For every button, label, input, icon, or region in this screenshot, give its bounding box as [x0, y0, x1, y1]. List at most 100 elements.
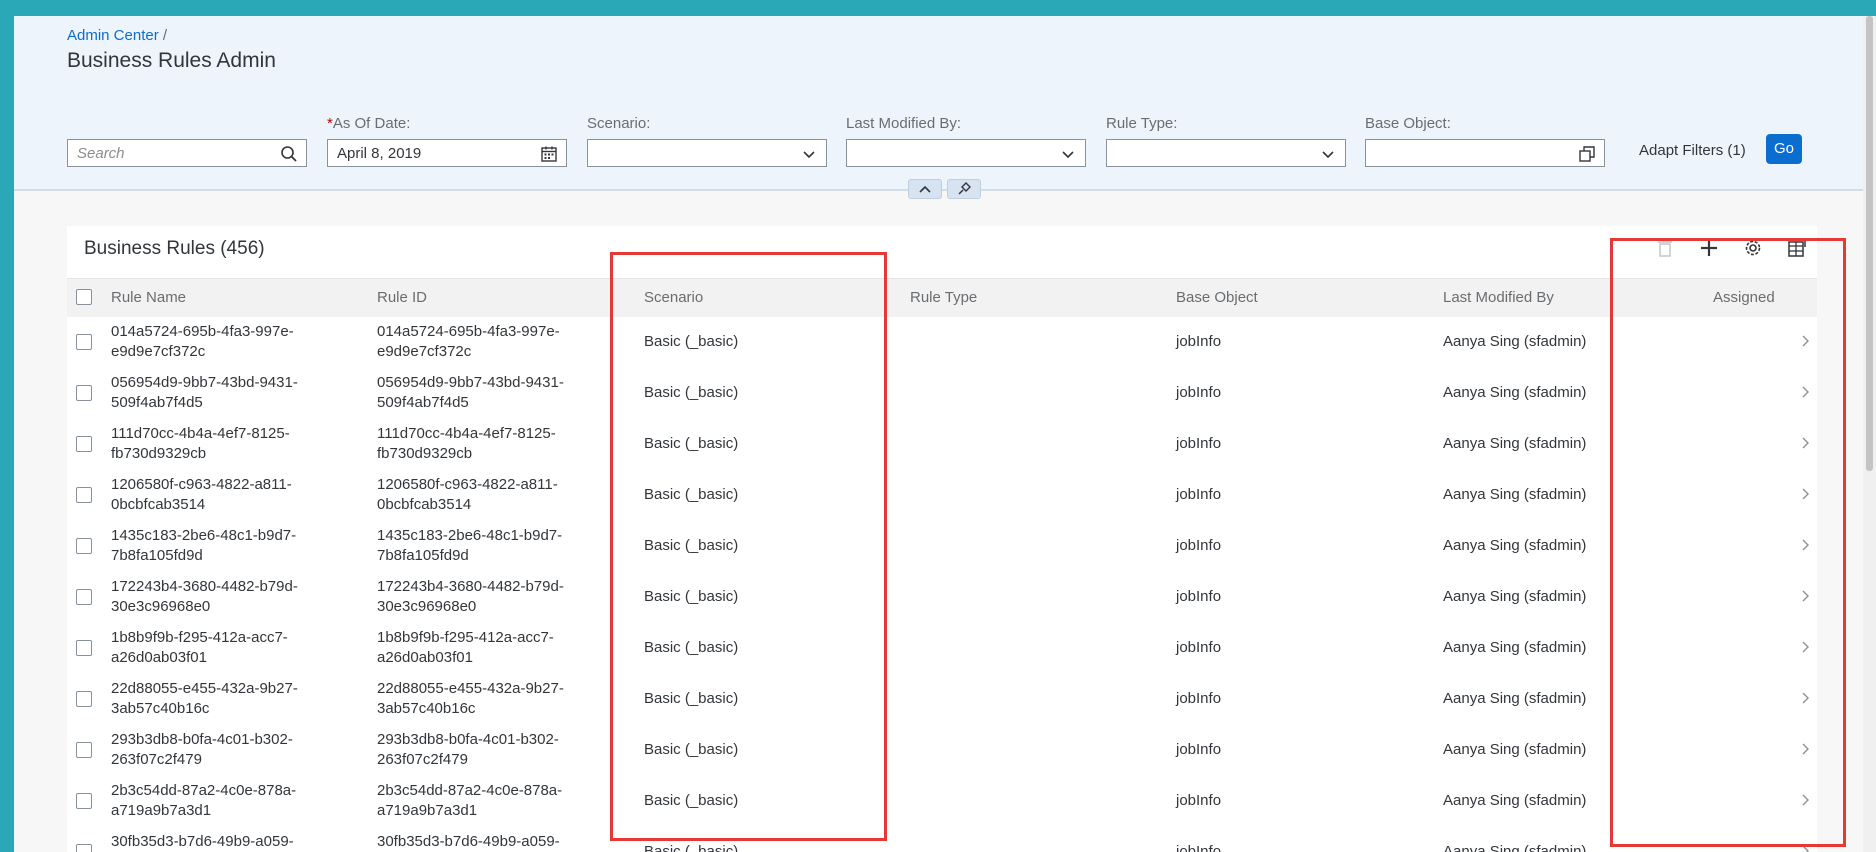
base-object-input[interactable]	[1365, 139, 1605, 167]
chevron-right-icon[interactable]	[1800, 538, 1812, 552]
rule-name-cell: 22d88055-e455-432a-9b27- 3ab57c40b16c	[111, 679, 331, 719]
rule-name-line2: 263f07c2f479	[111, 751, 202, 768]
row-checkbox[interactable]	[76, 793, 92, 809]
column-header-base-object[interactable]: Base Object	[1176, 289, 1258, 306]
chevron-right-icon[interactable]	[1800, 640, 1812, 654]
chevron-down-icon	[803, 151, 815, 159]
base-object-cell: jobInfo	[1176, 639, 1222, 656]
row-checkbox[interactable]	[76, 385, 92, 401]
export-icon[interactable]	[1785, 236, 1809, 260]
scrollbar-thumb[interactable]	[1866, 16, 1873, 471]
column-header-rule-type[interactable]: Rule Type	[910, 289, 977, 306]
chevron-right-icon[interactable]	[1800, 436, 1812, 450]
rule-name-line2: 509f4ab7f4d5	[111, 394, 203, 411]
rule-type-select[interactable]	[1106, 139, 1346, 167]
trash-icon[interactable]	[1653, 236, 1677, 260]
search-placeholder: Search	[77, 145, 125, 162]
rule-name-line1: 1206580f-c963-4822-a811-	[111, 476, 292, 493]
rule-id-cell: 1b8b9f9b-f295-412a-acc7- a26d0ab03f01	[377, 628, 597, 668]
select-all-checkbox[interactable]	[76, 289, 92, 305]
last-modified-by-cell: Aanya Sing (sfadmin)	[1443, 639, 1587, 656]
as-of-date-field[interactable]: April 8, 2019	[327, 139, 567, 167]
value-help-icon[interactable]	[1578, 145, 1596, 163]
chevron-right-icon[interactable]	[1800, 691, 1812, 705]
base-object-filter-label: Base Object:	[1365, 115, 1451, 132]
chevron-right-icon[interactable]	[1800, 742, 1812, 756]
row-checkbox[interactable]	[76, 334, 92, 350]
column-header-assigned[interactable]: Assigned	[1713, 289, 1775, 306]
row-checkbox[interactable]	[76, 589, 92, 605]
collapse-header-button[interactable]	[908, 179, 942, 199]
pin-header-button[interactable]	[947, 179, 981, 199]
chevron-right-icon[interactable]	[1800, 334, 1812, 348]
table-row[interactable]: 22d88055-e455-432a-9b27- 3ab57c40b16c 22d8…	[67, 674, 1817, 726]
table-row[interactable]: 014a5724-695b-4fa3-997e-e9d9e7cf372c 014a…	[67, 317, 1817, 369]
row-checkbox[interactable]	[76, 538, 92, 554]
as-of-date-label-text: As Of Date:	[332, 115, 411, 132]
page-title: Business Rules Admin	[67, 49, 276, 72]
chevron-down-icon	[1322, 151, 1334, 159]
chevron-right-icon[interactable]	[1800, 487, 1812, 501]
rule-type-filter-label: Rule Type:	[1106, 115, 1178, 132]
page-scrollbar[interactable]	[1863, 16, 1876, 852]
column-header-scenario[interactable]: Scenario	[644, 289, 703, 306]
rule-name-cell: 014a5724-695b-4fa3-997e-e9d9e7cf372c	[111, 322, 331, 362]
scenario-cell: Basic (_basic)	[644, 690, 739, 707]
row-checkbox[interactable]	[76, 844, 92, 852]
table-row[interactable]: 30fb35d3-b7d6-49b9-a059- 30fb35d3-b7d6-49…	[67, 827, 1817, 852]
table-row[interactable]: 056954d9-9bb7-43bd-9431- 509f4ab7f4d5 0569…	[67, 368, 1817, 420]
scenario-cell: Basic (_basic)	[644, 843, 739, 852]
column-header-rule-id[interactable]: Rule ID	[377, 289, 427, 306]
rule-id-cell: 22d88055-e455-432a-9b27- 3ab57c40b16c	[377, 679, 597, 719]
column-header-rule-name[interactable]: Rule Name	[111, 289, 186, 306]
row-checkbox[interactable]	[76, 436, 92, 452]
table-header: Rule Name Rule ID Scenario Rule Type Bas…	[67, 278, 1817, 318]
scenario-select[interactable]	[587, 139, 827, 167]
row-checkbox[interactable]	[76, 487, 92, 503]
rule-name-line2: e9d9e7cf372c	[111, 343, 206, 360]
row-checkbox[interactable]	[76, 691, 92, 707]
table-row[interactable]: 1206580f-c963-4822-a811- 0bcbfcab3514 1206…	[67, 470, 1817, 522]
scenario-cell: Basic (_basic)	[644, 435, 739, 452]
rule-name-line1: 1435c183-2be6-48c1-b9d7-	[111, 527, 297, 544]
breadcrumb-admin-center[interactable]: Admin Center	[67, 27, 159, 44]
last-modified-by-cell: Aanya Sing (sfadmin)	[1443, 333, 1587, 350]
table-row[interactable]: 1435c183-2be6-48c1-b9d7- 7b8fa105fd9d 1435…	[67, 521, 1817, 573]
calendar-icon[interactable]	[540, 145, 558, 163]
chevron-right-icon[interactable]	[1800, 589, 1812, 603]
row-checkbox[interactable]	[76, 640, 92, 656]
table-row[interactable]: 111d70cc-4b4a-4ef7-8125- fb730d9329cb 111d…	[67, 419, 1817, 471]
scenario-cell: Basic (_basic)	[644, 792, 739, 809]
plus-icon[interactable]	[1697, 236, 1721, 260]
last-modified-by-select[interactable]	[846, 139, 1086, 167]
chevron-right-icon[interactable]	[1800, 385, 1812, 399]
table-row[interactable]: 1b8b9f9b-f295-412a-acc7- a26d0ab03f01 1b8b…	[67, 623, 1817, 675]
scenario-filter-label: Scenario:	[587, 115, 651, 132]
last-modified-by-cell: Aanya Sing (sfadmin)	[1443, 435, 1587, 452]
chevron-right-icon[interactable]	[1800, 793, 1812, 807]
gear-icon[interactable]	[1741, 236, 1765, 260]
rule-id-cell: 2b3c54dd-87a2-4c0e-878a-a719a9b7a3d1	[377, 781, 597, 821]
rule-id-line1: 1b8b9f9b-f295-412a-acc7-	[377, 629, 554, 646]
breadcrumb: Admin Center /	[67, 27, 167, 44]
scenario-cell: Basic (_basic)	[644, 333, 739, 350]
scenario-cell: Basic (_basic)	[644, 537, 739, 554]
chevron-right-icon[interactable]	[1800, 844, 1812, 852]
table-row[interactable]: 2b3c54dd-87a2-4c0e-878a-a719a9b7a3d1 2b3c…	[67, 776, 1817, 828]
search-icon[interactable]	[280, 145, 298, 163]
rule-id-line2: fb730d9329cb	[377, 445, 473, 462]
search-input[interactable]: Search	[67, 139, 307, 167]
rule-name-cell: 293b3db8-b0fa-4c01-b302- 263f07c2f479	[111, 730, 331, 770]
rule-name-cell: 111d70cc-4b4a-4ef7-8125- fb730d9329cb	[111, 424, 331, 464]
rule-id-cell: 1435c183-2be6-48c1-b9d7- 7b8fa105fd9d	[377, 526, 597, 566]
go-button[interactable]: Go	[1766, 134, 1802, 164]
last-modified-by-cell: Aanya Sing (sfadmin)	[1443, 741, 1587, 758]
last-modified-by-cell: Aanya Sing (sfadmin)	[1443, 792, 1587, 809]
rule-id-cell: 014a5724-695b-4fa3-997e-e9d9e7cf372c	[377, 322, 597, 362]
rule-name-line1: 2b3c54dd-87a2-4c0e-878a-	[111, 782, 297, 799]
adapt-filters-button[interactable]: Adapt Filters (1)	[1639, 142, 1746, 159]
table-row[interactable]: 293b3db8-b0fa-4c01-b302- 263f07c2f479 293b…	[67, 725, 1817, 777]
row-checkbox[interactable]	[76, 742, 92, 758]
table-row[interactable]: 172243b4-3680-4482-b79d- 30e3c96968e0 1722…	[67, 572, 1817, 624]
column-header-last-modified-by[interactable]: Last Modified By	[1443, 289, 1554, 306]
